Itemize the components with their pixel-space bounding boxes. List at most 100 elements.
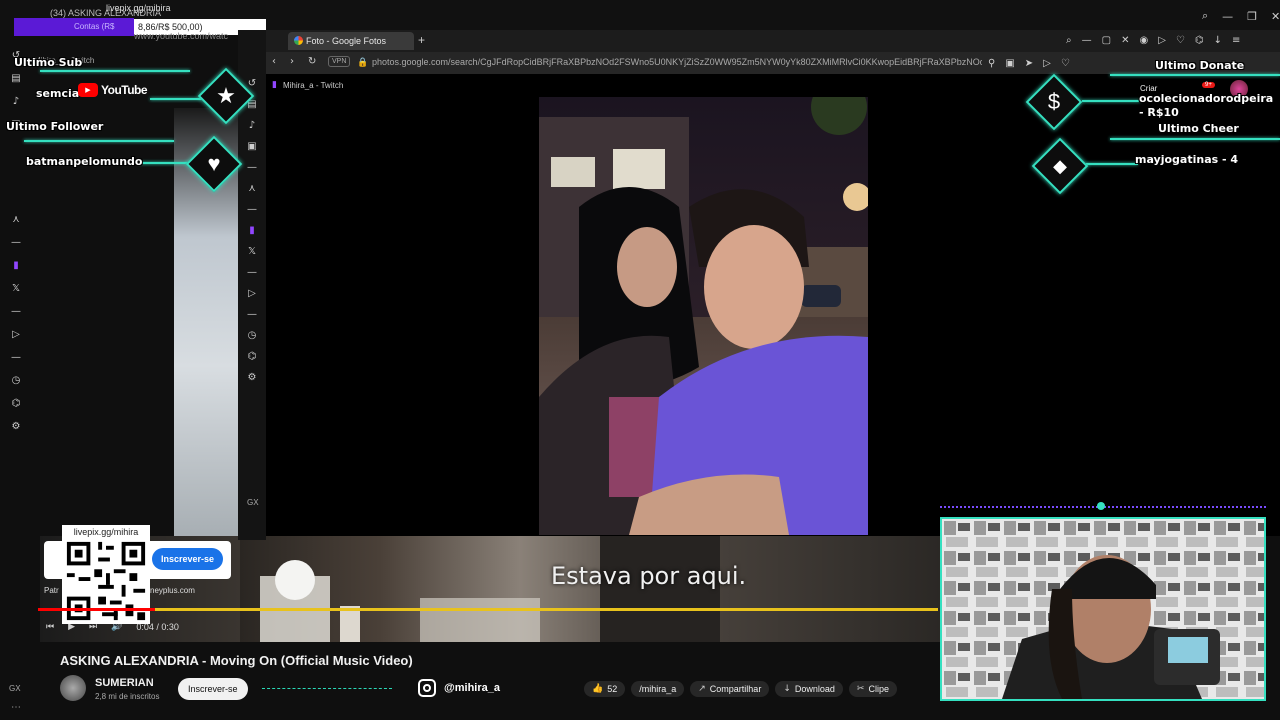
new-tab-icon[interactable]: + — [418, 33, 425, 47]
diamond-icon: ◆ — [1053, 155, 1067, 176]
share-button[interactable]: ↗ Compartilhar — [690, 681, 770, 697]
chat-icon[interactable]: ▤ — [11, 73, 20, 84]
thumbs-up-icon: 👍 — [592, 684, 604, 694]
previous-icon[interactable]: ⏮ — [46, 622, 54, 632]
restore-icon[interactable]: ❐ — [1247, 10, 1257, 23]
minimize-icon[interactable]: — — [1082, 35, 1092, 46]
download-icon: ↓ — [783, 684, 791, 694]
clock-icon[interactable]: ◷ — [248, 330, 257, 341]
dash-icon: — — [247, 162, 257, 173]
middle-extension-sidebar: ↺ ▤ ♪ ▣ — ⋏ — ▮ 𝕏 — ▷ — ◷ ⌬ ⚙ — [243, 78, 261, 383]
back-icon[interactable]: ‹ — [272, 56, 276, 67]
puzzle-icon[interactable]: ⌬ — [248, 351, 257, 362]
bookmark-bar: ▮ Mihira_a - Twitch — [272, 80, 343, 90]
download-button[interactable]: ↓ Download — [775, 681, 843, 697]
last-follower-line — [24, 140, 174, 142]
x-icon[interactable]: 𝕏 — [248, 246, 256, 257]
scissors-icon: ✂ — [856, 684, 865, 694]
gear-icon[interactable]: ⚙ — [248, 372, 257, 383]
handle-overlay-text: /mihira_a — [639, 684, 677, 694]
forward-icon[interactable]: › — [290, 56, 294, 67]
pin-icon[interactable]: ⚲ — [988, 58, 995, 69]
youtube-play-icon: ▶ — [78, 83, 98, 97]
clip-label: Clipe — [868, 684, 889, 694]
like-count: 52 — [607, 684, 618, 694]
last-sub-value: semcia — [36, 87, 80, 100]
puzzle-icon[interactable]: ⌬ — [12, 398, 21, 409]
music-icon[interactable]: ♪ — [249, 120, 255, 131]
last-donate-value: ocolecionadorodpeira — [1139, 92, 1274, 105]
close-icon[interactable]: ✕ — [1121, 35, 1129, 46]
background-url[interactable]: www.youtube.com/watc — [134, 31, 228, 41]
download-icon[interactable]: ↓ — [1214, 35, 1222, 46]
snapshot-icon[interactable]: ▣ — [1005, 58, 1014, 69]
gx-icon[interactable]: GX — [9, 684, 21, 693]
gx-icon[interactable]: GX — [247, 498, 259, 507]
last-donate-amount: - R$10 — [1139, 106, 1179, 119]
twitch-icon: ▮ — [272, 80, 277, 90]
arc-icon[interactable]: ⋏ — [248, 183, 255, 194]
youtube-wordmark: YouTube — [101, 83, 148, 97]
twitch-icon[interactable]: ▮ — [13, 260, 19, 271]
card-subscribe-button[interactable]: Inscrever-se — [152, 548, 224, 570]
livepix-qr-code — [62, 538, 150, 624]
clock-icon[interactable]: ◷ — [12, 375, 21, 386]
addressbar-actions: ⚲ ▣ ➤ ▷ ♡ — [988, 58, 1070, 69]
camera-icon[interactable]: ◉ — [1139, 35, 1148, 46]
play-icon[interactable]: ▷ — [1043, 58, 1051, 69]
share-label: Compartilhar — [709, 684, 762, 694]
heart-icon[interactable]: ♡ — [1176, 35, 1185, 46]
nav-buttons: ‹ › ↻ — [272, 56, 316, 67]
clip-button[interactable]: ✂ Clipe — [848, 681, 897, 697]
left-extension-sidebar: ↺ ▤ ♪ ▣ ⋏ — ▮ 𝕏 — ▷ — ◷ ⌬ ⚙ — [7, 50, 25, 432]
webcam-feed — [940, 517, 1266, 701]
share-icon: ↗ — [698, 684, 706, 694]
download-label: Download — [794, 684, 835, 694]
search-icon[interactable]: ⌕ — [1202, 9, 1208, 23]
more-icon[interactable]: ⋯ — [11, 702, 21, 713]
cam-top-dot — [1097, 502, 1105, 510]
lock-icon: 🔒 — [357, 57, 369, 67]
music-icon[interactable]: ♪ — [13, 96, 19, 107]
twitch-icon[interactable]: ▮ — [249, 225, 255, 236]
minimize-icon[interactable]: — — [1222, 10, 1233, 23]
video-title: ASKING ALEXANDRIA - Moving On (Official … — [60, 653, 413, 668]
channel-name[interactable]: SUMERIAN — [95, 677, 154, 689]
channel-avatar[interactable] — [60, 675, 86, 701]
photos-tab[interactable]: Foto - Google Fotos — [288, 32, 414, 50]
search-icon[interactable]: ⌕ — [1066, 35, 1072, 46]
play-circle-icon[interactable]: ▷ — [12, 329, 20, 340]
bookmark-twitch[interactable]: Mihira_a - Twitch — [283, 81, 343, 90]
like-button[interactable]: 👍 52 — [584, 681, 626, 697]
extensions-icon[interactable]: ⌬ — [1195, 35, 1204, 46]
video-subtitle: Estava por aqui. — [551, 562, 747, 590]
heart-icon[interactable]: ♡ — [1061, 58, 1070, 69]
gear-icon[interactable]: ⚙ — [12, 421, 21, 432]
history-icon[interactable]: ↺ — [248, 78, 256, 89]
vpn-badge[interactable]: VPN — [328, 56, 351, 67]
photos-url[interactable]: photos.google.com/search/CgJFdRopCidBRjF… — [372, 57, 982, 67]
x-icon[interactable]: 𝕏 — [12, 283, 20, 294]
dollar-icon: $ — [1047, 89, 1061, 114]
send-icon[interactable]: ➤ — [1025, 58, 1033, 69]
dash-icon: — — [11, 237, 21, 248]
close-icon[interactable]: ✕ — [1271, 10, 1280, 23]
photo-viewer-image[interactable] — [539, 97, 868, 535]
subscribe-button[interactable]: Inscrever-se — [178, 678, 248, 700]
arc-icon[interactable]: ⋏ — [12, 214, 19, 225]
play-icon[interactable]: ▷ — [1158, 35, 1166, 46]
patreon-link[interactable]: Patr — [44, 586, 59, 595]
disney-plus-link[interactable]: neyplus.com — [150, 586, 195, 595]
box-icon[interactable]: ▣ — [247, 141, 256, 152]
last-cheer-value: mayjogatinas - 4 — [1135, 153, 1239, 166]
star-icon: ★ — [216, 83, 236, 108]
dash-icon: — — [11, 352, 21, 363]
play-circle-icon[interactable]: ▷ — [248, 288, 256, 299]
notification-badge[interactable]: 9+ — [1202, 82, 1215, 88]
video-seekbar-played — [38, 608, 155, 611]
restore-icon[interactable]: ▢ — [1102, 35, 1111, 46]
menu-icon[interactable]: ≡ — [1232, 35, 1240, 46]
reload-icon[interactable]: ↻ — [308, 56, 316, 67]
livepix-top-label: livepix.gg/mihira — [106, 3, 171, 13]
photo-graphic — [539, 97, 868, 535]
